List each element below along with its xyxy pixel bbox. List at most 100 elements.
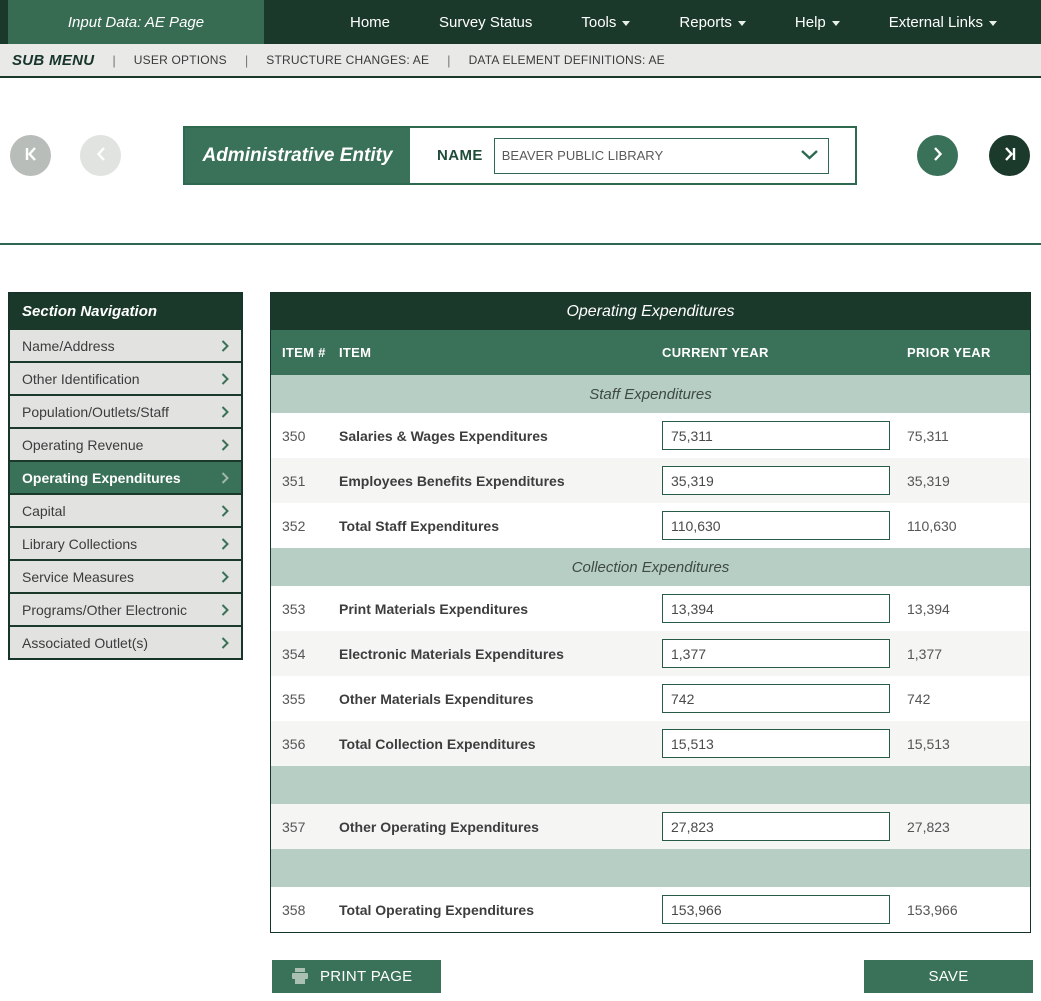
table-section-header: Staff Expenditures bbox=[271, 375, 1030, 413]
current-year-input-352[interactable] bbox=[662, 511, 890, 540]
table-row-358: 358 Total Operating Expenditures 153,966 bbox=[271, 887, 1030, 932]
caret-down-icon bbox=[738, 21, 746, 26]
column-header-item-number: ITEM # bbox=[282, 345, 339, 360]
item-label: Total Collection Expenditures bbox=[339, 736, 662, 752]
chevron-right-icon bbox=[221, 505, 229, 517]
chevron-down-icon bbox=[800, 148, 819, 163]
sub-menu-bar: SUB MENU |USER OPTIONS|STRUCTURE CHANGES… bbox=[0, 44, 1041, 78]
column-header-current-year: CURRENT YEAR bbox=[662, 345, 907, 360]
nav-item-home[interactable]: Home bbox=[350, 14, 390, 31]
item-number: 355 bbox=[282, 691, 339, 707]
current-year-input-357[interactable] bbox=[662, 812, 890, 841]
nav-links: Home Survey Status Tools Reports Help Ex… bbox=[264, 0, 1041, 44]
table-section-header: Collection Expenditures bbox=[271, 548, 1030, 586]
nav-item-survey-status[interactable]: Survey Status bbox=[439, 14, 532, 31]
first-record-button[interactable] bbox=[10, 135, 51, 176]
nav-item-external-links[interactable]: External Links bbox=[889, 14, 997, 31]
item-number: 353 bbox=[282, 601, 339, 617]
printer-icon bbox=[291, 968, 309, 985]
chevron-right-icon bbox=[221, 637, 229, 649]
sidebar-item-library-collections[interactable]: Library Collections bbox=[10, 526, 241, 559]
sidebar-item-other-identification[interactable]: Other Identification bbox=[10, 361, 241, 394]
item-number: 356 bbox=[282, 736, 339, 752]
prior-year-value: 15,513 bbox=[907, 736, 1030, 752]
skip-to-last-icon bbox=[1001, 146, 1019, 165]
current-year-input-351[interactable] bbox=[662, 466, 890, 495]
table-row-353: 353 Print Materials Expenditures 13,394 bbox=[271, 586, 1030, 631]
operating-expenditures-table: Operating Expenditures ITEM # ITEM CURRE… bbox=[270, 292, 1031, 933]
last-record-button[interactable] bbox=[989, 135, 1030, 176]
submenu-item-structure-changes-ae[interactable]: STRUCTURE CHANGES: AE bbox=[266, 53, 429, 67]
prior-year-value: 75,311 bbox=[907, 428, 1030, 444]
skip-to-first-icon bbox=[22, 146, 40, 165]
entity-type-label: Administrative Entity bbox=[185, 128, 410, 183]
next-record-button[interactable] bbox=[917, 135, 958, 176]
current-year-input-356[interactable] bbox=[662, 729, 890, 758]
current-year-input-355[interactable] bbox=[662, 684, 890, 713]
chevron-right-icon bbox=[221, 340, 229, 352]
table-spacer-band bbox=[271, 849, 1030, 887]
save-button[interactable]: SAVE bbox=[864, 960, 1033, 993]
sub-menu-label: SUB MENU bbox=[12, 52, 94, 69]
item-label: Other Operating Expenditures bbox=[339, 819, 662, 835]
nav-item-reports[interactable]: Reports bbox=[679, 14, 746, 31]
entity-selector: Administrative Entity NAME BEAVER PUBLIC… bbox=[183, 126, 857, 185]
entity-name-form: NAME BEAVER PUBLIC LIBRARY bbox=[410, 128, 855, 183]
item-number: 358 bbox=[282, 902, 339, 918]
prior-year-value: 1,377 bbox=[907, 646, 1030, 662]
table-title: Operating Expenditures bbox=[271, 293, 1030, 330]
column-header-item: ITEM bbox=[339, 345, 662, 360]
item-label: Print Materials Expenditures bbox=[339, 601, 662, 617]
item-label: Employees Benefits Expenditures bbox=[339, 473, 662, 489]
table-row-355: 355 Other Materials Expenditures 742 bbox=[271, 676, 1030, 721]
table-row-351: 351 Employees Benefits Expenditures 35,3… bbox=[271, 458, 1030, 503]
sidebar-item-population-outlets-staff[interactable]: Population/Outlets/Staff bbox=[10, 394, 241, 427]
content-area: Section Navigation Name/Address Other Id… bbox=[0, 245, 1041, 933]
current-year-input-350[interactable] bbox=[662, 421, 890, 450]
item-number: 352 bbox=[282, 518, 339, 534]
entity-name-select[interactable]: BEAVER PUBLIC LIBRARY bbox=[494, 138, 829, 174]
current-year-input-354[interactable] bbox=[662, 639, 890, 668]
current-year-input-358[interactable] bbox=[662, 895, 890, 924]
table-row-357: 357 Other Operating Expenditures 27,823 bbox=[271, 804, 1030, 849]
prior-year-value: 27,823 bbox=[907, 819, 1030, 835]
column-header-prior-year: PRIOR YEAR bbox=[907, 345, 1030, 360]
item-label: Electronic Materials Expenditures bbox=[339, 646, 662, 662]
entity-pager-bar: Administrative Entity NAME BEAVER PUBLIC… bbox=[0, 78, 1041, 243]
nav-item-help[interactable]: Help bbox=[795, 14, 840, 31]
entity-name-value: BEAVER PUBLIC LIBRARY bbox=[502, 148, 663, 163]
prior-year-value: 742 bbox=[907, 691, 1030, 707]
tab-input-data-ae-page[interactable]: Input Data: AE Page bbox=[8, 0, 264, 44]
previous-record-button[interactable] bbox=[80, 135, 121, 176]
sidebar-item-associated-outlet-s[interactable]: Associated Outlet(s) bbox=[10, 625, 241, 658]
prior-year-value: 35,319 bbox=[907, 473, 1030, 489]
sidebar-title: Section Navigation bbox=[10, 294, 241, 328]
chevron-right-icon bbox=[221, 604, 229, 616]
item-label: Other Materials Expenditures bbox=[339, 691, 662, 707]
sidebar-item-capital[interactable]: Capital bbox=[10, 493, 241, 526]
print-page-label: PRINT PAGE bbox=[320, 968, 412, 985]
chevron-right-icon bbox=[221, 406, 229, 418]
chevron-right-icon bbox=[221, 472, 229, 484]
sidebar-item-programs-other-electronic[interactable]: Programs/Other Electronic bbox=[10, 592, 241, 625]
current-year-input-353[interactable] bbox=[662, 594, 890, 623]
name-label: NAME bbox=[437, 147, 483, 164]
sidebar-item-operating-expenditures[interactable]: Operating Expenditures bbox=[10, 460, 241, 493]
submenu-separator: | bbox=[447, 53, 450, 68]
sidebar-item-service-measures[interactable]: Service Measures bbox=[10, 559, 241, 592]
nav-item-tools[interactable]: Tools bbox=[581, 14, 630, 31]
submenu-item-user-options[interactable]: USER OPTIONS bbox=[134, 53, 227, 67]
item-label: Total Staff Expenditures bbox=[339, 518, 662, 534]
item-number: 351 bbox=[282, 473, 339, 489]
submenu-item-data-element-definitions-ae[interactable]: DATA ELEMENT DEFINITIONS: AE bbox=[469, 53, 665, 67]
chevron-right-icon bbox=[221, 439, 229, 451]
item-label: Total Operating Expenditures bbox=[339, 902, 662, 918]
print-page-button[interactable]: PRINT PAGE bbox=[272, 960, 441, 993]
chevron-right-icon bbox=[932, 146, 944, 165]
action-buttons-row: PRINT PAGE SAVE bbox=[272, 960, 1033, 993]
chevron-right-icon bbox=[221, 538, 229, 550]
table-header-row: ITEM # ITEM CURRENT YEAR PRIOR YEAR bbox=[271, 330, 1030, 375]
sidebar-item-name-address[interactable]: Name/Address bbox=[10, 328, 241, 361]
sidebar-item-operating-revenue[interactable]: Operating Revenue bbox=[10, 427, 241, 460]
section-navigation-sidebar: Section Navigation Name/Address Other Id… bbox=[8, 292, 243, 660]
